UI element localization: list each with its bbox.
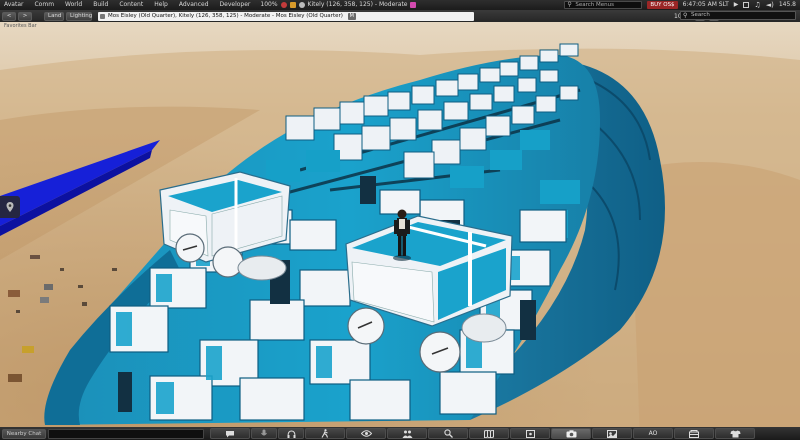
nav-search-input[interactable]: ⚲ Search <box>680 11 796 20</box>
top-menu-bar: Avatar Comm World Build Content Help Adv… <box>0 0 800 10</box>
walk-button[interactable] <box>305 428 345 439</box>
microphone-button[interactable] <box>251 428 277 439</box>
volume-icon[interactable]: ◄) <box>766 0 774 10</box>
search-menus-input[interactable]: ⚲ Search Menus <box>564 1 643 9</box>
camera-icon <box>566 429 576 437</box>
side-panel-tab[interactable] <box>0 196 20 218</box>
minimap-icon <box>525 429 535 438</box>
stream-icon[interactable] <box>743 2 750 8</box>
music-icon[interactable]: ♫ <box>754 0 760 10</box>
map-icon <box>484 429 494 438</box>
appearance-button[interactable] <box>592 428 632 439</box>
status-location[interactable]: Kitely (126, 358, 125) - Moderate <box>308 0 408 10</box>
snapshot-button[interactable] <box>551 428 591 439</box>
location-text: Mos Eisley (Old Quarter), Kitely (126, 3… <box>108 12 343 19</box>
nearby-chat-button[interactable]: Nearby Chat <box>2 428 46 439</box>
headset-icon <box>287 429 295 438</box>
world-viewport[interactable] <box>0 0 800 440</box>
appearance-icon <box>607 429 617 438</box>
navigation-bar: < > Land Lighting Mos Eisley (Old Quarte… <box>0 10 800 22</box>
toolbar-buttons: AO <box>210 428 756 439</box>
media-play-icon[interactable]: ▶ <box>734 0 739 10</box>
map-button[interactable] <box>469 428 509 439</box>
avatar-status-icon <box>298 2 305 8</box>
bottom-toolbar: Nearby Chat AO <box>0 427 800 440</box>
chat-input[interactable] <box>48 428 204 439</box>
home-button[interactable]: Land <box>44 11 64 21</box>
menu-comm[interactable]: Comm <box>29 0 60 10</box>
speech-bubble-icon <box>226 430 234 437</box>
no-fly-icon[interactable] <box>289 2 296 8</box>
people-button[interactable] <box>387 428 427 439</box>
menu-avatar[interactable]: Avatar <box>0 0 29 10</box>
build-button[interactable] <box>674 428 714 439</box>
health-icon[interactable] <box>280 2 287 8</box>
menu-developer[interactable]: Developer <box>215 0 257 10</box>
search-icon <box>443 429 453 438</box>
eye-icon <box>360 430 372 437</box>
minimap-button[interactable] <box>510 428 550 439</box>
back-button[interactable]: < <box>2 11 16 21</box>
search-button[interactable] <box>428 428 468 439</box>
scene-render <box>0 0 800 440</box>
search-icon: ⚲ <box>567 1 572 8</box>
microphone-icon <box>261 429 267 436</box>
view-button[interactable] <box>346 428 386 439</box>
fps-readout: 145.8 <box>778 1 796 8</box>
clock-readout: 6:47:05 AM SLT <box>682 1 729 8</box>
menu-world[interactable]: World <box>60 0 88 10</box>
search-icon: ⚲ <box>683 12 688 19</box>
voice-button[interactable] <box>278 428 304 439</box>
build-icon <box>689 429 699 438</box>
favorites-bar[interactable]: Favorites Bar <box>4 23 37 29</box>
outfit-button[interactable] <box>715 428 755 439</box>
menubar-right: ⚲ Search Menus BUY OS$ 6:47:05 AM SLT ▶ … <box>564 0 800 10</box>
menu-advanced[interactable]: Advanced <box>174 0 215 10</box>
search-menus-placeholder: Search Menus <box>575 2 614 8</box>
maturity-badge: M <box>347 12 356 20</box>
parcel-sound-icon[interactable] <box>410 2 417 8</box>
menu-content[interactable]: Content <box>114 0 149 10</box>
buy-currency-button[interactable]: BUY OS$ <box>647 1 678 9</box>
people-icon <box>402 430 412 438</box>
outfit-icon <box>730 430 740 437</box>
menubar-status: 100% Kitely (126, 358, 125) - Moderate <box>260 0 417 10</box>
forward-button[interactable]: > <box>18 11 32 21</box>
lighting-button[interactable]: Lighting <box>66 11 92 21</box>
speak-button[interactable] <box>210 428 250 439</box>
menu-build[interactable]: Build <box>88 0 114 10</box>
bandwidth-readout: 100% <box>260 1 278 8</box>
location-pin-icon <box>6 202 14 212</box>
land-icon <box>100 13 105 19</box>
walk-icon <box>321 429 329 438</box>
nav-search-placeholder: Search <box>691 12 710 18</box>
ao-button[interactable]: AO <box>633 428 673 439</box>
location-input[interactable]: Mos Eisley (Old Quarter), Kitely (126, 3… <box>98 11 474 21</box>
menu-help[interactable]: Help <box>149 0 174 10</box>
